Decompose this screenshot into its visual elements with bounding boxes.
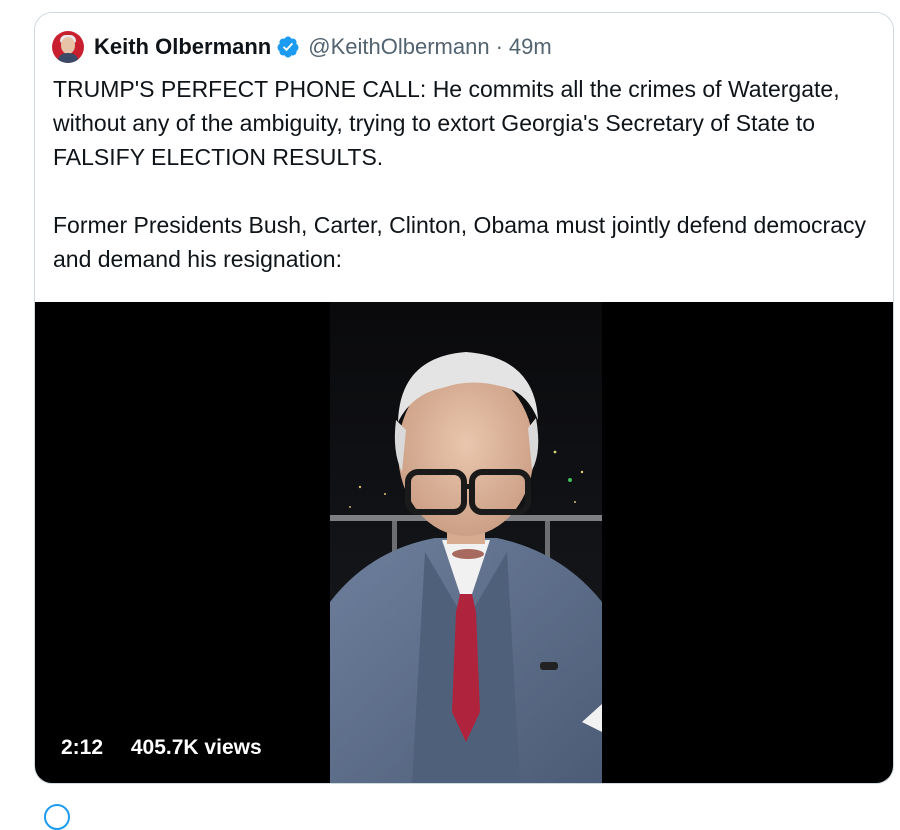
video-thumbnail	[330, 302, 602, 783]
tweet-header: Keith Olbermann @KeithOlbermann · 49m	[52, 31, 552, 63]
tweet-text: TRUMP'S PERFECT PHONE CALL: He commits a…	[53, 72, 883, 276]
avatar[interactable]	[52, 31, 84, 63]
video-meta: 2:12 405.7K views	[61, 736, 262, 760]
tweet-paragraph-1: TRUMP'S PERFECT PHONE CALL: He commits a…	[53, 76, 840, 170]
tweet-timestamp[interactable]: 49m	[509, 34, 552, 60]
tweet-paragraph-2: Former Presidents Bush, Carter, Clinton,…	[53, 212, 867, 272]
video-views: 405.7K views	[130, 736, 262, 759]
tweet-card[interactable]: Keith Olbermann @KeithOlbermann · 49m TR…	[34, 12, 894, 784]
meta-separator: ·	[495, 34, 503, 59]
verified-badge-icon	[277, 36, 299, 58]
author-name[interactable]: Keith Olbermann	[94, 34, 271, 60]
video-duration: 2:12	[61, 736, 104, 759]
partial-icon	[44, 804, 70, 830]
video-player[interactable]: 2:12 405.7K views	[35, 302, 893, 783]
author-handle[interactable]: @KeithOlbermann	[308, 34, 489, 60]
